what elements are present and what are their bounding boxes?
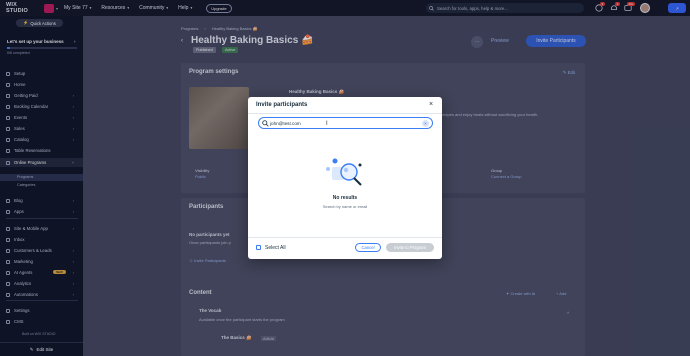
modal-title: Invite participants — [256, 102, 308, 108]
no-results-illustration-icon — [326, 158, 362, 186]
participant-search-input[interactable] — [270, 119, 420, 127]
search-icon — [262, 120, 269, 127]
text-cursor-icon: I — [326, 121, 328, 127]
invite-to-program-button[interactable]: Invite to Program — [386, 243, 434, 252]
select-all-checkbox[interactable] — [256, 245, 261, 250]
no-results-subtitle: Search by name or email — [322, 204, 368, 209]
no-results-title: No results — [332, 195, 358, 201]
participant-search: × — [258, 117, 433, 129]
divider — [248, 237, 442, 238]
cancel-button[interactable]: Cancel — [355, 243, 381, 252]
divider — [248, 113, 442, 114]
select-all-label[interactable]: Select All — [265, 245, 286, 251]
invite-participants-modal: Invite participants × × I No results Sea… — [248, 97, 442, 259]
close-icon[interactable]: × — [429, 101, 433, 108]
clear-search-icon[interactable]: × — [422, 120, 429, 127]
